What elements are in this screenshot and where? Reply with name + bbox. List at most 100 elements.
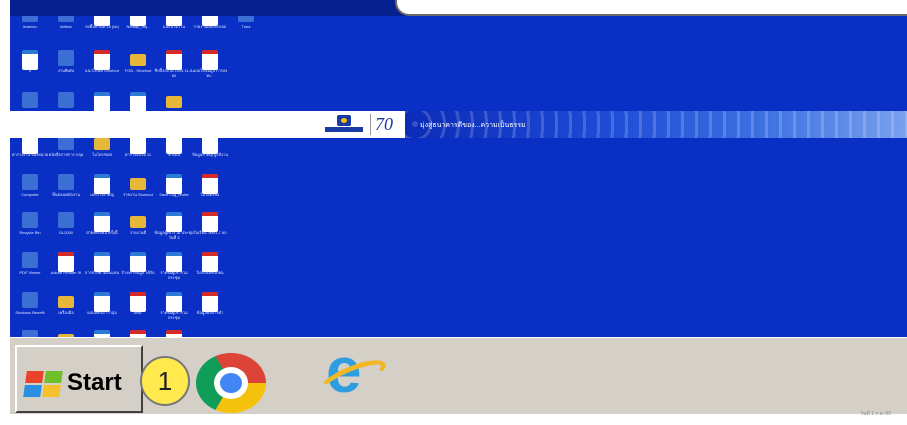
app-file-icon — [22, 92, 38, 108]
desktop-icon[interactable]: Recycle Bin — [10, 208, 50, 244]
desktop-icon-label: PDF Viewer — [19, 270, 41, 275]
desktop-icon-label: ไมโครซอฟ — [92, 152, 112, 157]
folder-file-icon — [94, 138, 110, 150]
folder-file-icon — [130, 216, 146, 228]
pdf-file-icon — [130, 292, 146, 312]
desktop-icon-label: FOB - Shortcut — [124, 68, 152, 73]
desktop-icon-label: ตารางอบรม 11 — [124, 152, 152, 157]
desktop-icon[interactable]: ใบรับลงทะเบียน — [190, 248, 230, 284]
desktop-icon[interactable] — [118, 326, 158, 337]
desktop-icon-label: Save Log_reuter — [159, 192, 189, 197]
desktop-icon-label: หนังสือราชการ กลุ่ม — [48, 152, 84, 157]
desktop-icon-label: รายงานดี — [129, 230, 147, 235]
desktop-icon[interactable]: Computer — [10, 170, 50, 206]
desktop-icon[interactable] — [10, 326, 50, 337]
start-button[interactable]: Start — [15, 345, 143, 413]
word-file-icon — [94, 212, 110, 232]
desktop-icon[interactable]: การจ่ายค่าตอบแทน — [82, 248, 122, 284]
desktop-icon-label: ข้อมูลผลการดำ — [196, 310, 224, 315]
pdf-file-icon — [130, 330, 146, 337]
desktop-icon-label: ll — [29, 68, 31, 73]
desktop-icon-label: ใบเรียน Test1-7 60 — [193, 230, 227, 235]
desktop-icon[interactable] — [46, 326, 86, 337]
desktop-icon[interactable]: ข้อมูลผู้เข้าร่วม ประชุมวันที่ 3 — [154, 208, 194, 244]
desktop-icon[interactable]: ใบเรียน Test1-7 60 — [190, 208, 230, 244]
desktop-icon-label: รายงาน Shortcut — [123, 192, 153, 197]
desktop-icon[interactable]: ข้อมูลผลการดำ — [190, 288, 230, 324]
desktop-icon-label: Shoboss Benefit — [15, 310, 45, 315]
folder-file-icon — [130, 54, 146, 66]
word-file-icon — [166, 174, 182, 194]
desktop-icon[interactable]: GL2000 — [46, 208, 86, 244]
desktop-icon[interactable]: แบบใบข้อมูล การลงทะ.. — [190, 46, 230, 82]
desktop-icon-label: สพส. — [133, 310, 143, 315]
desktop-icon-label: ค่าเดิน — [168, 152, 180, 157]
desktop-icon-label: ชิปปิ้งลงวัน OSN 11-5-60 — [154, 68, 194, 78]
desktop-icon-label: รายงานผลประกอบ — [193, 24, 227, 29]
word-file-icon — [94, 92, 110, 112]
desktop-icon[interactable]: แนวโทนที่ Shortcut — [82, 46, 122, 82]
desktop-icon[interactable]: ll — [10, 46, 50, 82]
app-file-icon — [22, 292, 38, 308]
desktop-icon[interactable]: รายงานดี — [118, 208, 158, 244]
desktop-icon[interactable]: PDF Viewer — [10, 248, 50, 284]
desktop-icon-label: ข้อมูลสำคัญ ผู้ใช้งาน — [191, 152, 229, 157]
app-file-icon — [58, 212, 74, 228]
desktop-icon-label: เครื่องมือ — [58, 310, 74, 315]
desktop-icon-label: ตารางงาน ของหน่วย — [11, 152, 49, 157]
pdf-file-icon — [166, 330, 182, 337]
taskbar-clock: วันที่ 1 ก.ย. 60 — [860, 411, 891, 417]
desktop-icon[interactable]: ชิปปิ้งลงวัน OSN 11-5-60 — [154, 46, 194, 82]
desktop-icon-label: แบบใบข้อมูล การลงทะ.. — [192, 68, 228, 78]
word-file-icon — [130, 252, 146, 272]
desktop-icon[interactable]: รายชื่อผู้เข้าร่วม ประชุม — [154, 288, 194, 324]
desktop-icon-label: ใบรับลงทะเบียน — [196, 270, 224, 275]
app-file-icon — [58, 174, 74, 190]
chrome-taskbar-icon[interactable] — [196, 353, 266, 413]
desktop-icon[interactable] — [82, 326, 122, 337]
pdf-file-icon — [202, 174, 218, 194]
desktop-icon-label: Neutap_mq.. — [126, 24, 150, 29]
desktop-icon-label: จ้าง/ค่าข้อมูล ได้รับ — [121, 270, 155, 275]
word-file-icon — [166, 252, 182, 272]
desktop-icon[interactable]: รายงาน Shortcut — [118, 170, 158, 206]
desktop-icon[interactable]: งานพิเศษ — [46, 46, 86, 82]
word-file-icon — [166, 292, 182, 312]
desktop-icon[interactable] — [154, 326, 194, 337]
desktop-icon-label: ขั้นตอนพนักงาน — [52, 192, 80, 197]
desktop-icon-label: Tuna — [241, 24, 251, 29]
desktop-icon[interactable]: ไม่ได้ตั้งชื่อ — [190, 170, 230, 206]
pdf-file-icon — [202, 252, 218, 272]
desktop-icon-label: krittew — [60, 24, 72, 29]
desktop-icon[interactable]: สพส. — [118, 288, 158, 324]
windows-logo-icon — [23, 371, 65, 397]
pdf-file-icon — [202, 292, 218, 312]
desktop-icon-label: Recycle Bin — [19, 230, 41, 235]
pdf-file-icon — [166, 50, 182, 70]
pdf-file-icon — [94, 50, 110, 70]
desktop-icon[interactable]: แบบฟอร์ม 7-กลุ่ม — [82, 288, 122, 324]
desktop-icon-label: แนะนำตัวใน — [163, 24, 185, 29]
desktop-icon[interactable]: รายชื่อผู้เข้าร่วม ประชุม — [154, 248, 194, 284]
internet-explorer-taskbar-icon[interactable]: e — [316, 338, 390, 402]
word-file-icon — [130, 92, 146, 112]
desktop-icon[interactable]: เอกสารสำคัญ — [82, 170, 122, 206]
word-file-icon — [94, 292, 110, 312]
desktop-icon-label: เอกสารสำคัญ — [90, 192, 114, 197]
bottom-strip — [10, 414, 907, 425]
desktop-icon[interactable]: จ้าง/ค่าข้อมูล ได้รับ — [118, 248, 158, 284]
app-file-icon — [22, 174, 38, 190]
desktop-icon[interactable]: Shoboss Benefit — [10, 288, 50, 324]
desktop-icon[interactable]: FOB - Shortcut — [118, 46, 158, 82]
desktop-icon[interactable]: Adobe Reader XI — [46, 248, 86, 284]
desktop-icon-label: Computer — [21, 192, 39, 197]
desktop-icon[interactable]: ฝ่ายทะเบียน ครั้งนี้ — [82, 208, 122, 244]
desktop: ttrameu krittew ลงพื้นที่วันที่ 18 (bk) Neu… — [10, 0, 907, 337]
desktop-icon[interactable]: เครื่องมือ — [46, 288, 86, 324]
desktop-icon[interactable]: ขั้นตอนพนักงาน — [46, 170, 86, 206]
anniversary-logo: 70 — [370, 114, 400, 135]
desktop-icon[interactable]: Save Log_reuter — [154, 170, 194, 206]
start-label: Start — [67, 369, 122, 396]
word-file-icon — [94, 330, 110, 337]
app-file-icon — [58, 92, 74, 108]
